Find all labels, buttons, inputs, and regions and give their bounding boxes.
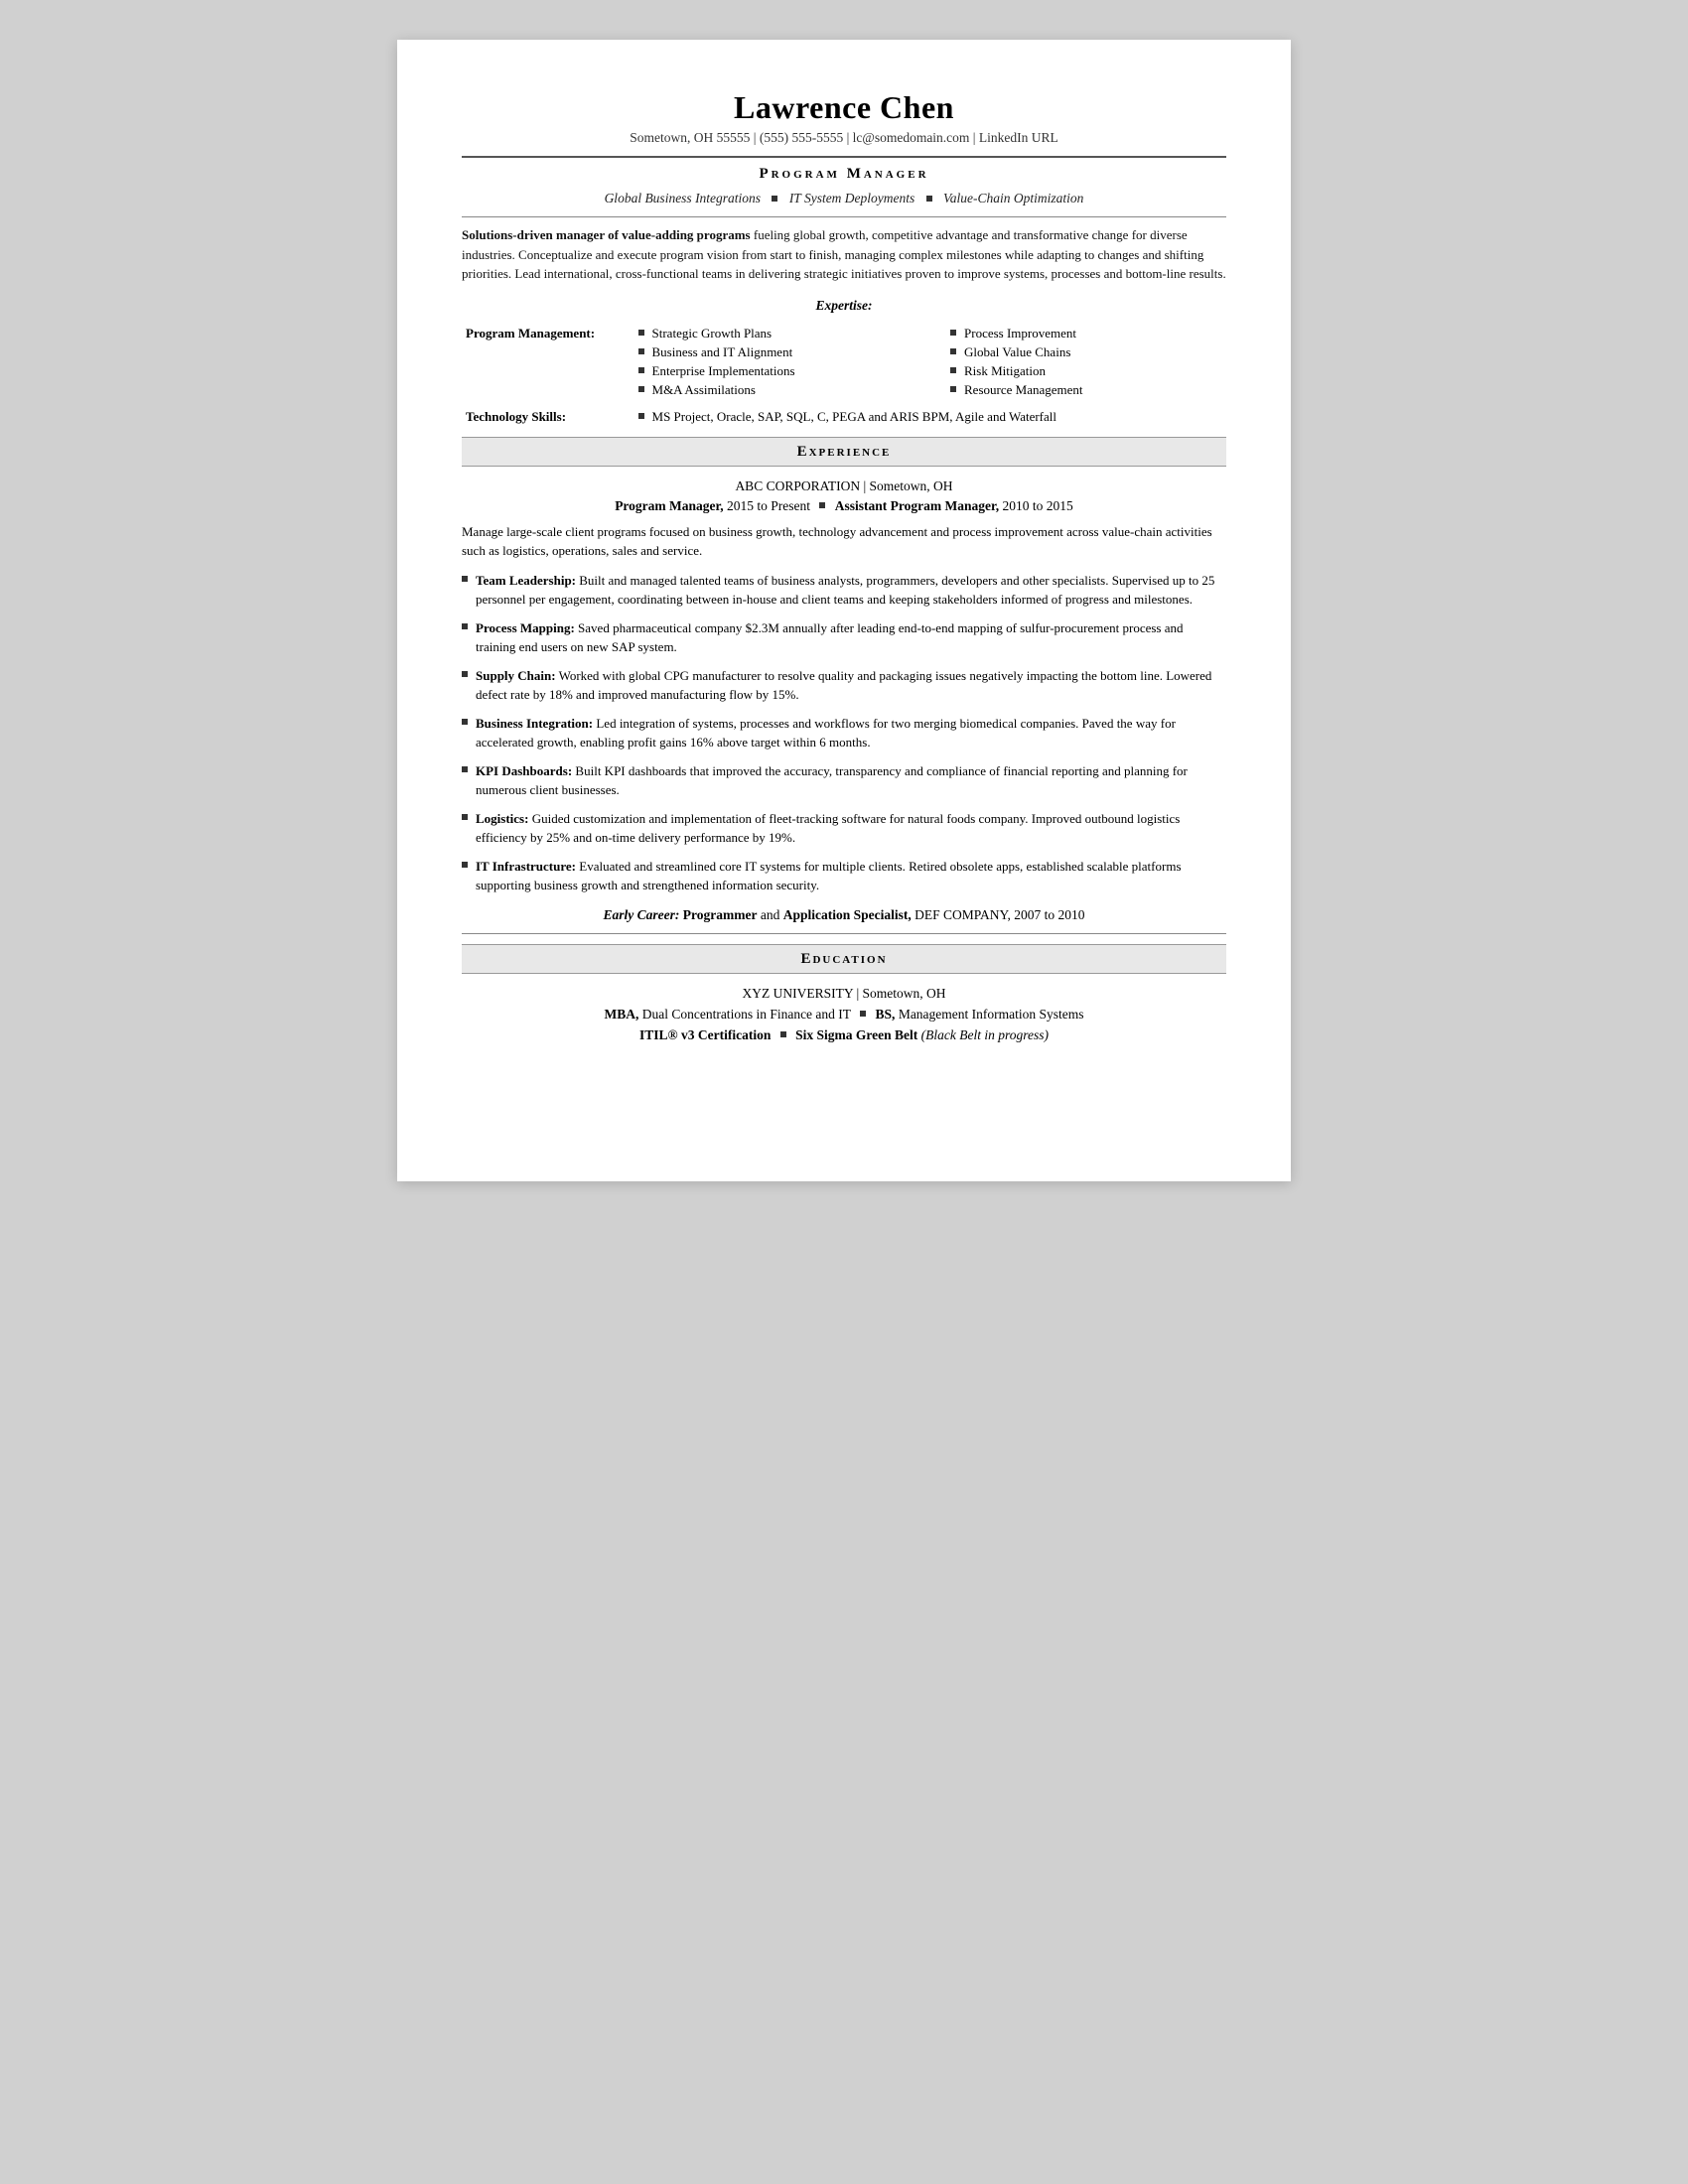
tech-item: MS Project, Oracle, SAP, SQL, C, PEGA an… (638, 409, 1222, 425)
resume-page: Lawrence Chen Sometown, OH 55555 | (555)… (397, 40, 1291, 1181)
bullet (950, 330, 956, 336)
bullet (462, 766, 468, 772)
exp-roles: Program Manager, 2015 to Present Assista… (462, 498, 1226, 514)
cert-bullet (780, 1031, 786, 1037)
pm-item-2: Business and IT Alignment (638, 344, 911, 360)
experience-section-header: Experience (462, 437, 1226, 467)
pm-item-4: M&A Assimilations (638, 382, 911, 398)
candidate-name: Lawrence Chen (462, 89, 1226, 126)
bullet (462, 671, 468, 677)
cert2-italic: (Black Belt in progress) (921, 1027, 1049, 1042)
expertise-table: Program Management: Strategic Growth Pla… (462, 324, 1226, 427)
role1-bold: Program Manager, (615, 498, 723, 513)
bullet (462, 576, 468, 582)
subtitle-line: Global Business Integrations IT System D… (462, 191, 1226, 206)
subtitle-3: Value-Chain Optimization (943, 191, 1083, 205)
bullet-logistics: Logistics: Guided customization and impl… (462, 809, 1226, 848)
subtitle-2: IT System Deployments (789, 191, 914, 205)
header-divider (462, 156, 1226, 158)
pm-item-8: Resource Management (950, 382, 1222, 398)
bullet-text: Team Leadership: Built and managed talen… (476, 571, 1226, 610)
mba-bold: MBA, (604, 1007, 638, 1022)
degree-bullet (860, 1011, 866, 1017)
bullet-business-integration: Business Integration: Led integration of… (462, 714, 1226, 752)
cert1-bold: ITIL® v3 Certification (639, 1027, 771, 1042)
title-divider (462, 216, 1226, 217)
cert2-bold: Six Sigma Green Belt (795, 1027, 917, 1042)
university-name: XYZ UNIVERSITY | Sometown, OH (462, 986, 1226, 1002)
certifications-line: ITIL® v3 Certification Six Sigma Green B… (462, 1027, 1226, 1043)
tech-value-cell: MS Project, Oracle, SAP, SQL, C, PEGA an… (634, 403, 1226, 427)
bullet (638, 367, 644, 373)
bs-bold: BS, (876, 1007, 896, 1022)
bullet (462, 862, 468, 868)
early-career-and: and (761, 907, 783, 922)
exp-company: ABC CORPORATION | Sometown, OH (462, 478, 1226, 494)
bullet-supply-chain: Supply Chain: Worked with global CPG man… (462, 666, 1226, 705)
exp-bullets-list: Team Leadership: Built and managed talen… (462, 571, 1226, 895)
contact-info: Sometown, OH 55555 | (555) 555-5555 | lc… (462, 130, 1226, 146)
subtitle-1: Global Business Integrations (605, 191, 762, 205)
early-career-italic: Early Career: (603, 907, 679, 922)
header: Lawrence Chen Sometown, OH 55555 | (555)… (462, 89, 1226, 146)
title-block: Program Manager (462, 166, 1226, 183)
pm-col1: Strategic Growth Plans Business and IT A… (634, 324, 914, 403)
early-career-bold: Early Career: (603, 907, 679, 922)
bullet-process-mapping: Process Mapping: Saved pharmaceutical co… (462, 618, 1226, 657)
subtitle-bullet-1 (772, 196, 777, 202)
bullet-text: Process Mapping: Saved pharmaceutical co… (476, 618, 1226, 657)
tech-label: Technology Skills: (462, 403, 634, 427)
pm-col2: Process Improvement Global Value Chains … (946, 324, 1226, 403)
exp-summary: Manage large-scale client programs focus… (462, 522, 1226, 561)
education-title: Education (800, 951, 887, 967)
bullet-text: Business Integration: Led integration of… (476, 714, 1226, 752)
bs-text: Management Information Systems (899, 1007, 1084, 1022)
pm-item-3: Enterprise Implementations (638, 363, 911, 379)
pm-item-1: Strategic Growth Plans (638, 326, 911, 341)
bullet (950, 386, 956, 392)
bullet-text: IT Infrastructure: Evaluated and streaml… (476, 857, 1226, 895)
pm-item-7: Risk Mitigation (950, 363, 1222, 379)
exp-edu-divider (462, 933, 1226, 934)
bullet-text: Logistics: Guided customization and impl… (476, 809, 1226, 848)
bullet (462, 623, 468, 629)
bullet (638, 386, 644, 392)
bullet-kpi-dashboards: KPI Dashboards: Built KPI dashboards tha… (462, 761, 1226, 800)
role2-dates: 2010 to 2015 (1003, 498, 1073, 513)
bullet (462, 719, 468, 725)
experience-title: Experience (797, 444, 892, 460)
role1-dates: 2015 to Present (727, 498, 813, 513)
early-career-role1: Programmer (683, 907, 758, 922)
bullet (950, 367, 956, 373)
education-block: XYZ UNIVERSITY | Sometown, OH MBA, Dual … (462, 986, 1226, 1043)
role-bullet (819, 502, 825, 508)
pm-item-6: Global Value Chains (950, 344, 1222, 360)
summary-bold: Solutions-driven manager of value-adding… (462, 227, 751, 242)
bullet (638, 330, 644, 336)
summary-paragraph: Solutions-driven manager of value-adding… (462, 225, 1226, 284)
bullet (638, 348, 644, 354)
subtitle-bullet-2 (926, 196, 932, 202)
early-career: Early Career: Programmer and Application… (462, 907, 1226, 923)
early-career-role2: Application Specialist, DEF COMPANY, 200… (783, 907, 1085, 922)
bullet (950, 348, 956, 354)
bullet-it-infrastructure: IT Infrastructure: Evaluated and streaml… (462, 857, 1226, 895)
pm-label: Program Management: (462, 324, 634, 403)
mba-text: Dual Concentrations in Finance and IT (642, 1007, 854, 1022)
expertise-title: Expertise: (462, 298, 1226, 314)
bullet-team-leadership: Team Leadership: Built and managed talen… (462, 571, 1226, 610)
bullet (462, 814, 468, 820)
job-title: Program Manager (462, 166, 1226, 183)
bullet-text: Supply Chain: Worked with global CPG man… (476, 666, 1226, 705)
education-section-header: Education (462, 944, 1226, 974)
bullet-text: KPI Dashboards: Built KPI dashboards tha… (476, 761, 1226, 800)
bullet (638, 413, 644, 419)
pm-item-5: Process Improvement (950, 326, 1222, 341)
role2-bold: Assistant Program Manager, (835, 498, 999, 513)
degrees-line: MBA, Dual Concentrations in Finance and … (462, 1007, 1226, 1023)
